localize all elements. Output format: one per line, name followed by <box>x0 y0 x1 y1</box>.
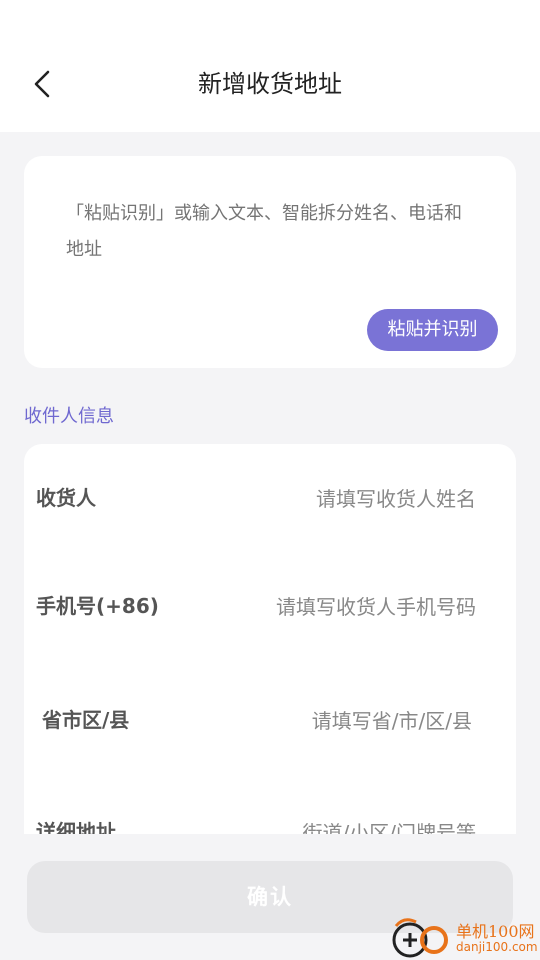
site-watermark: 单机100网 danji100.com <box>390 914 540 960</box>
watermark-url: danji100.com <box>456 940 538 954</box>
watermark-name: 单机100网 <box>456 922 535 941</box>
region-input[interactable] <box>210 702 474 740</box>
recipient-name-label: 收货人 <box>36 486 96 510</box>
recipient-form: 收货人 手机号(+86) 省市区/县 详细地址 <box>24 444 516 834</box>
region-row[interactable]: 省市区/县 <box>24 690 516 750</box>
recipient-section-label: 收件人信息 <box>24 406 114 427</box>
detail-address-input[interactable] <box>214 814 478 834</box>
recipient-name-input[interactable] <box>214 480 478 518</box>
detail-address-label: 详细地址 <box>36 820 116 834</box>
phone-input[interactable] <box>174 588 478 626</box>
page-title: 新增收货地址 <box>198 70 342 98</box>
paste-recognize-card: 粘贴并识别 <box>24 156 516 368</box>
phone-row[interactable]: 手机号(+86) <box>24 576 516 636</box>
watermark-logo-icon <box>392 918 448 958</box>
region-label: 省市区/县 <box>42 708 130 732</box>
top-bar: 新增收货地址 <box>0 0 540 132</box>
recipient-name-row[interactable]: 收货人 <box>24 468 516 528</box>
detail-address-row[interactable]: 详细地址 <box>24 802 516 834</box>
paste-text-input[interactable] <box>66 196 476 276</box>
phone-label: 手机号(+86) <box>36 594 159 618</box>
paste-recognize-button[interactable]: 粘贴并识别 <box>367 309 498 351</box>
